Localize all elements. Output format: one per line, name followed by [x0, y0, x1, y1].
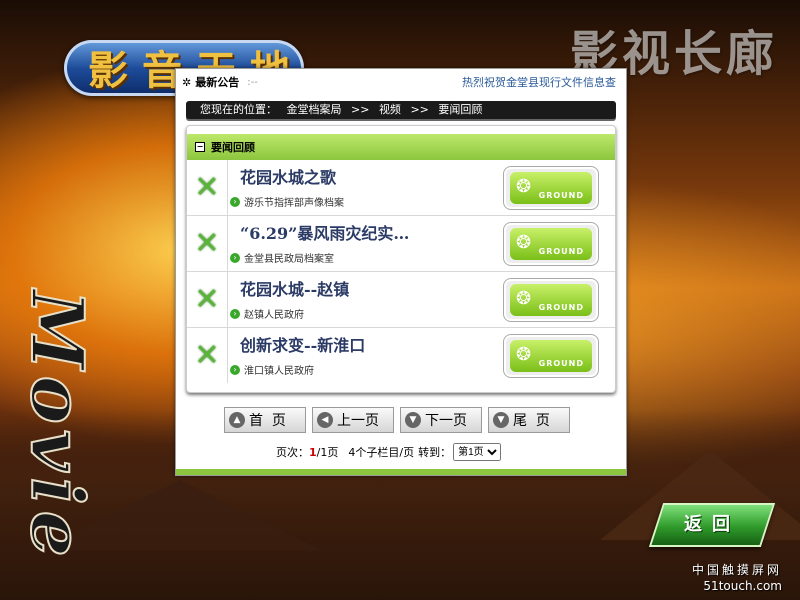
play-button-label: GROUND: [538, 359, 584, 368]
item-subtitle: 淮口镇人民政府: [244, 366, 314, 377]
watermark: 中国触摸屏网 51touch.com: [692, 562, 782, 594]
arrow-up-icon: ▲: [229, 412, 245, 428]
chat-bubble-icon: ❂: [516, 288, 532, 309]
item-title[interactable]: 花园水城之歌: [240, 164, 336, 188]
notice-spinner: :--: [247, 76, 258, 88]
panel-footer-bar: [176, 469, 626, 475]
arrow-bullet-icon: ›: [230, 252, 240, 263]
notice-bar: ✲ 最新公告 :-- 热烈祝贺金堂县现行文件信息查: [176, 69, 626, 95]
arrow-bullet-icon: ›: [230, 364, 240, 375]
list-item[interactable]: ✕ “6.29”暴风雨灾纪实… › 金堂县民政局档案室 ❂ GROUND: [187, 216, 615, 272]
play-button[interactable]: ❂ GROUND: [503, 222, 599, 266]
chat-bubble-icon: ❂: [516, 232, 532, 253]
breadcrumb-sep: >>: [351, 103, 370, 116]
list-item[interactable]: ✕ 花园水城--赵镇 › 赵镇人民政府 ❂ GROUND: [187, 272, 615, 328]
notice-icon: ✲: [182, 75, 192, 89]
breadcrumb-current[interactable]: 要闻回顾: [438, 103, 482, 116]
per-page-text: 4个子栏目/页: [348, 446, 415, 459]
item-title[interactable]: “6.29”暴风雨灾纪实…: [240, 220, 409, 244]
breadcrumb-link-video[interactable]: 视频: [379, 103, 401, 116]
play-button-label: GROUND: [538, 303, 584, 312]
play-button-label: GROUND: [538, 191, 584, 200]
arrow-bullet-icon: ›: [230, 308, 240, 319]
breadcrumb-link-archive[interactable]: 金堂档案局: [287, 103, 342, 116]
last-page-button[interactable]: ▼ 尾 页: [488, 407, 570, 433]
notice-message[interactable]: 热烈祝贺金堂县现行文件信息查: [462, 74, 616, 90]
back-button[interactable]: 返回: [648, 503, 776, 547]
arrow-down-icon: ▼: [405, 412, 421, 428]
notice-label: 最新公告: [195, 76, 240, 89]
item-title[interactable]: 创新求变--新淮口: [240, 332, 365, 356]
breadcrumb: 您现在的位置： 金堂档案局 >> 视频 >> 要闻回顾: [186, 101, 616, 119]
content-panel: ✲ 最新公告 :-- 热烈祝贺金堂县现行文件信息查 您现在的位置： 金堂档案局 …: [175, 68, 627, 476]
item-subtitle: 游乐节指挥部声像档案: [244, 198, 344, 209]
section-title: 要闻回顾: [211, 141, 255, 154]
current-page: 1: [309, 445, 317, 459]
x-logo-icon: ✕: [194, 170, 220, 205]
x-logo-icon: ✕: [194, 338, 220, 373]
news-list: − 要闻回顾 ✕ 花园水城之歌 › 游乐节指挥部声像档案 ❂ GROUND ✕ “6…: [186, 125, 616, 393]
next-page-button[interactable]: ▼ 下一页: [400, 407, 482, 433]
x-logo-icon: ✕: [194, 226, 220, 261]
item-title[interactable]: 花园水城--赵镇: [240, 276, 349, 300]
page-info-label: 页次：: [276, 446, 309, 459]
pagination: ▲ 首 页 ◀ 上一页 ▼ 下一页 ▼ 尾 页: [224, 407, 570, 433]
page-select[interactable]: 第1页: [453, 443, 502, 461]
collapse-icon[interactable]: −: [195, 142, 205, 152]
first-page-label: 首 页: [249, 413, 286, 429]
item-subtitle: 赵镇人民政府: [244, 310, 304, 321]
chat-bubble-icon: ❂: [516, 176, 532, 197]
back-button-label: 返回: [684, 514, 740, 535]
breadcrumb-sep: >>: [410, 103, 429, 116]
arrow-left-icon: ◀: [317, 412, 333, 428]
item-subtitle: 金堂县民政局档案室: [244, 254, 334, 265]
prev-page-label: 上一页: [337, 413, 379, 429]
watermark-line2: 51touch.com: [703, 579, 782, 593]
arrow-bullet-icon: ›: [230, 196, 240, 207]
first-page-button[interactable]: ▲ 首 页: [224, 407, 306, 433]
arrow-down-icon: ▼: [493, 412, 509, 428]
breadcrumb-prefix: 您现在的位置：: [200, 103, 277, 116]
last-page-label: 尾 页: [513, 413, 550, 429]
list-item[interactable]: ✕ 创新求变--新淮口 › 淮口镇人民政府 ❂ GROUND: [187, 328, 615, 383]
watermark-line1: 中国触摸屏网: [691, 563, 782, 577]
next-page-label: 下一页: [425, 413, 467, 429]
goto-label: 转到：: [418, 446, 452, 459]
list-item[interactable]: ✕ 花园水城之歌 › 游乐节指挥部声像档案 ❂ GROUND: [187, 160, 615, 216]
play-button[interactable]: ❂ GROUND: [503, 334, 599, 378]
play-button[interactable]: ❂ GROUND: [503, 166, 599, 210]
side-movie-text: Movie: [14, 289, 101, 564]
total-pages: /1页: [316, 446, 339, 459]
section-header: − 要闻回顾: [187, 134, 615, 160]
chat-bubble-icon: ❂: [516, 344, 532, 365]
prev-page-button[interactable]: ◀ 上一页: [312, 407, 394, 433]
play-button[interactable]: ❂ GROUND: [503, 278, 599, 322]
play-button-label: GROUND: [538, 247, 584, 256]
page-info: 页次： 1 /1页 4个子栏目/页 转到： 第1页: [276, 443, 502, 461]
x-logo-icon: ✕: [194, 282, 220, 317]
